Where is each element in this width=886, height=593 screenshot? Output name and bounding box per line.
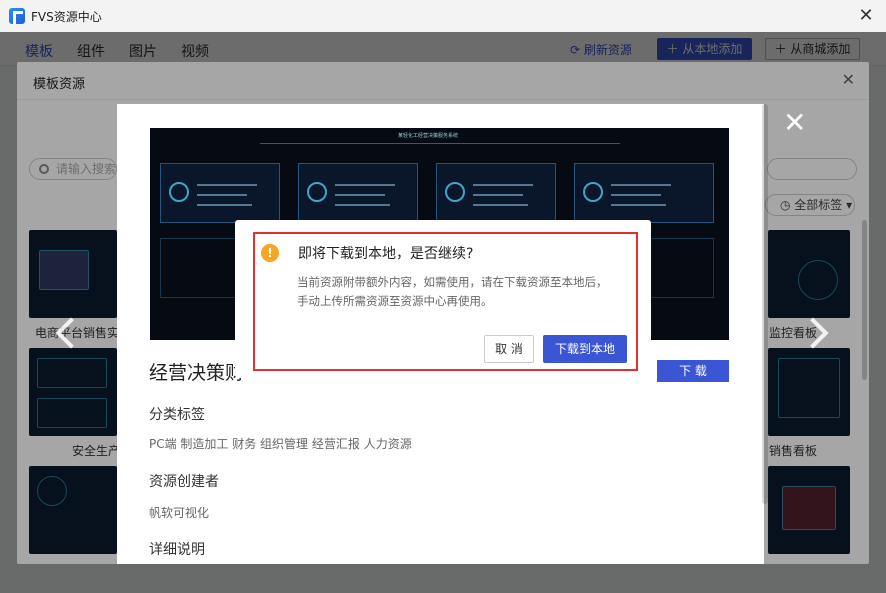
dialog-title: 即将下载到本地，是否继续? <box>298 246 474 262</box>
window-close-icon[interactable]: ✕ <box>856 6 876 26</box>
preview-close-icon[interactable]: ✕ <box>783 108 806 138</box>
dialog-message-line2: 手动上传所需资源至资源中心再使用。 <box>297 294 493 308</box>
title-bar: FVS资源中心 ✕ <box>0 0 886 32</box>
cancel-button[interactable]: 取 消 <box>484 335 534 363</box>
detail-heading: 详细说明 <box>149 542 205 558</box>
warning-icon: ! <box>261 244 279 262</box>
download-confirm-dialog: ! 即将下载到本地，是否继续? 当前资源附带额外内容，如需使用，请在下载资源至本… <box>235 220 651 378</box>
preview-image-title: 某轻化工经营决策服务系统 <box>398 133 459 139</box>
category-heading: 分类标签 <box>149 407 205 423</box>
template-name: 经营决策财 <box>149 362 245 384</box>
download-button[interactable]: 下 载 <box>657 360 729 382</box>
category-tags: PC端 制造加工 财务 组织管理 经营汇报 人力资源 <box>149 437 412 451</box>
download-local-button[interactable]: 下载到本地 <box>543 335 627 363</box>
creator-name: 帆软可视化 <box>149 506 210 520</box>
app-logo-icon <box>9 8 25 24</box>
panel-scrollbar[interactable] <box>862 220 867 380</box>
creator-heading: 资源创建者 <box>149 474 219 490</box>
preview-scrollbar[interactable] <box>762 104 768 504</box>
window-title: FVS资源中心 <box>31 9 102 24</box>
dialog-message-line1: 当前资源附带额外内容，如需使用，请在下载资源至本地后， <box>297 275 608 289</box>
